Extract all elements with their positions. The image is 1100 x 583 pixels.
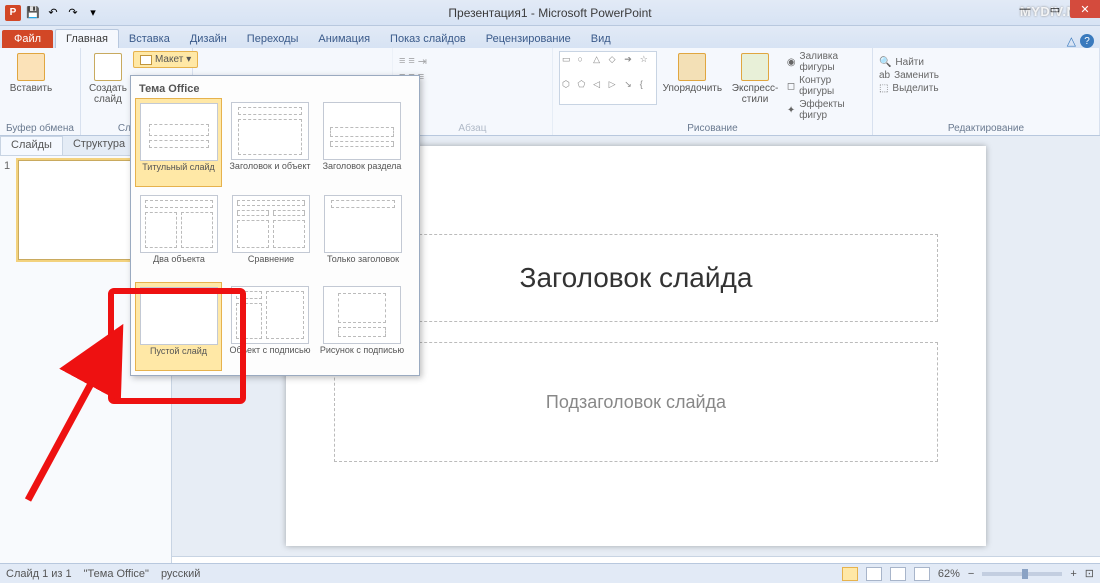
group-editing: 🔍Найти abЗаменить ⬚Выделить Редактирован…: [873, 48, 1100, 135]
titlebar: P 💾 ↶ ↷ ▾ Презентация1 - Microsoft Power…: [0, 0, 1100, 26]
group-title-editing: Редактирование: [879, 121, 1093, 134]
find-icon: 🔍: [879, 57, 891, 68]
layout-content-caption[interactable]: Объект с подписью: [226, 282, 314, 371]
select-icon: ⬚: [879, 83, 888, 94]
window-title: Презентация1 - Microsoft PowerPoint: [448, 6, 651, 20]
layout-title-only[interactable]: Только заголовок: [319, 191, 407, 278]
tab-file[interactable]: Файл: [2, 30, 53, 48]
help-icon[interactable]: ?: [1080, 34, 1094, 48]
paste-icon: [17, 53, 45, 81]
layout-dropdown: Тема Office Титульный слайд Заголовок и …: [130, 75, 420, 376]
fit-window-button[interactable]: ⊡: [1085, 567, 1094, 580]
select-button[interactable]: ⬚Выделить: [879, 83, 1093, 94]
group-title-drawing: Рисование: [559, 121, 866, 134]
quickstyles-button[interactable]: Экспресс-стили: [727, 51, 783, 107]
undo-icon[interactable]: ↶: [44, 4, 62, 22]
window-controls: — ▭ ✕: [1010, 0, 1100, 18]
numbering-icon[interactable]: ≡: [408, 55, 414, 68]
shape-effects-button[interactable]: ✦Эффекты фигур: [787, 99, 866, 121]
reading-view-button[interactable]: [890, 567, 906, 581]
indent-icon[interactable]: ⇥: [418, 55, 427, 68]
quick-access-toolbar: P 💾 ↶ ↷ ▾: [0, 4, 102, 22]
status-theme: "Тема Office": [84, 568, 149, 580]
slideshow-view-button[interactable]: [914, 567, 930, 581]
status-bar: Слайд 1 из 1 "Тема Office" русский 62% −…: [0, 563, 1100, 583]
slides-tab[interactable]: Слайды: [0, 136, 63, 155]
outline-icon: ◻: [787, 81, 795, 92]
tab-animations[interactable]: Анимация: [308, 30, 380, 48]
layout-comparison[interactable]: Сравнение: [227, 191, 315, 278]
status-language[interactable]: русский: [161, 568, 200, 580]
dropdown-heading: Тема Office: [135, 80, 415, 98]
layout-title-content[interactable]: Заголовок и объект: [226, 98, 314, 187]
normal-view-button[interactable]: [842, 567, 858, 581]
arrange-button[interactable]: Упорядочить: [661, 51, 723, 96]
layout-blank[interactable]: Пустой слайд: [135, 282, 222, 371]
group-title-clipboard: Буфер обмена: [6, 121, 74, 134]
minimize-ribbon-icon[interactable]: △: [1067, 34, 1076, 48]
layout-picture-caption[interactable]: Рисунок с подписью: [318, 282, 406, 371]
group-clipboard: Вставить Буфер обмена: [0, 48, 81, 135]
layout-two-content[interactable]: Два объекта: [135, 191, 223, 278]
paste-button[interactable]: Вставить: [6, 51, 56, 96]
layout-button[interactable]: Макет ▾: [133, 51, 198, 68]
layout-title-slide[interactable]: Титульный слайд: [135, 98, 222, 187]
redo-icon[interactable]: ↷: [64, 4, 82, 22]
find-button[interactable]: 🔍Найти: [879, 57, 1093, 68]
group-drawing: ▭○△◇➔☆ ⬡⬠◁▷↘{ Упорядочить Экспресс-стили…: [553, 48, 873, 135]
zoom-out-button[interactable]: −: [968, 568, 974, 580]
zoom-in-button[interactable]: +: [1070, 568, 1076, 580]
chevron-down-icon: ▾: [186, 54, 191, 65]
fill-icon: ◉: [787, 57, 796, 68]
effects-icon: ✦: [787, 105, 795, 116]
tab-review[interactable]: Рецензирование: [476, 30, 581, 48]
title-placeholder[interactable]: Заголовок слайда: [334, 234, 938, 322]
qat-dropdown-icon[interactable]: ▾: [84, 4, 102, 22]
shape-fill-button[interactable]: ◉Заливка фигуры: [787, 51, 866, 73]
tab-home[interactable]: Главная: [55, 29, 119, 48]
layout-section-header[interactable]: Заголовок раздела: [318, 98, 406, 187]
replace-icon: ab: [879, 70, 890, 81]
slide-number: 1: [4, 160, 14, 260]
tab-view[interactable]: Вид: [581, 30, 621, 48]
tab-design[interactable]: Дизайн: [180, 30, 237, 48]
quickstyles-icon: [741, 53, 769, 81]
subtitle-placeholder[interactable]: Подзаголовок слайда: [334, 342, 938, 462]
replace-button[interactable]: abЗаменить: [879, 70, 1093, 81]
new-slide-icon: [94, 53, 122, 81]
group-title-paragraph: Абзац: [399, 121, 546, 134]
minimize-button[interactable]: —: [1010, 0, 1040, 18]
ribbon-tabs: Файл Главная Вставка Дизайн Переходы Ани…: [0, 26, 1100, 48]
bullets-icon[interactable]: ≡: [399, 55, 405, 68]
close-button[interactable]: ✕: [1070, 0, 1100, 18]
outline-tab[interactable]: Структура: [63, 136, 135, 155]
zoom-level[interactable]: 62%: [938, 568, 960, 580]
new-slide-button[interactable]: Создать слайд: [87, 51, 129, 107]
tab-insert[interactable]: Вставка: [119, 30, 180, 48]
arrange-icon: [678, 53, 706, 81]
status-slide-count: Слайд 1 из 1: [6, 568, 72, 580]
maximize-button[interactable]: ▭: [1040, 0, 1070, 18]
layout-icon: [140, 55, 152, 65]
tab-slideshow[interactable]: Показ слайдов: [380, 30, 476, 48]
tab-transitions[interactable]: Переходы: [237, 30, 309, 48]
shapes-gallery[interactable]: ▭○△◇➔☆ ⬡⬠◁▷↘{: [559, 51, 657, 105]
app-icon[interactable]: P: [4, 4, 22, 22]
save-icon[interactable]: 💾: [24, 4, 42, 22]
zoom-slider[interactable]: [982, 572, 1062, 576]
shape-outline-button[interactable]: ◻Контур фигуры: [787, 75, 866, 97]
sorter-view-button[interactable]: [866, 567, 882, 581]
